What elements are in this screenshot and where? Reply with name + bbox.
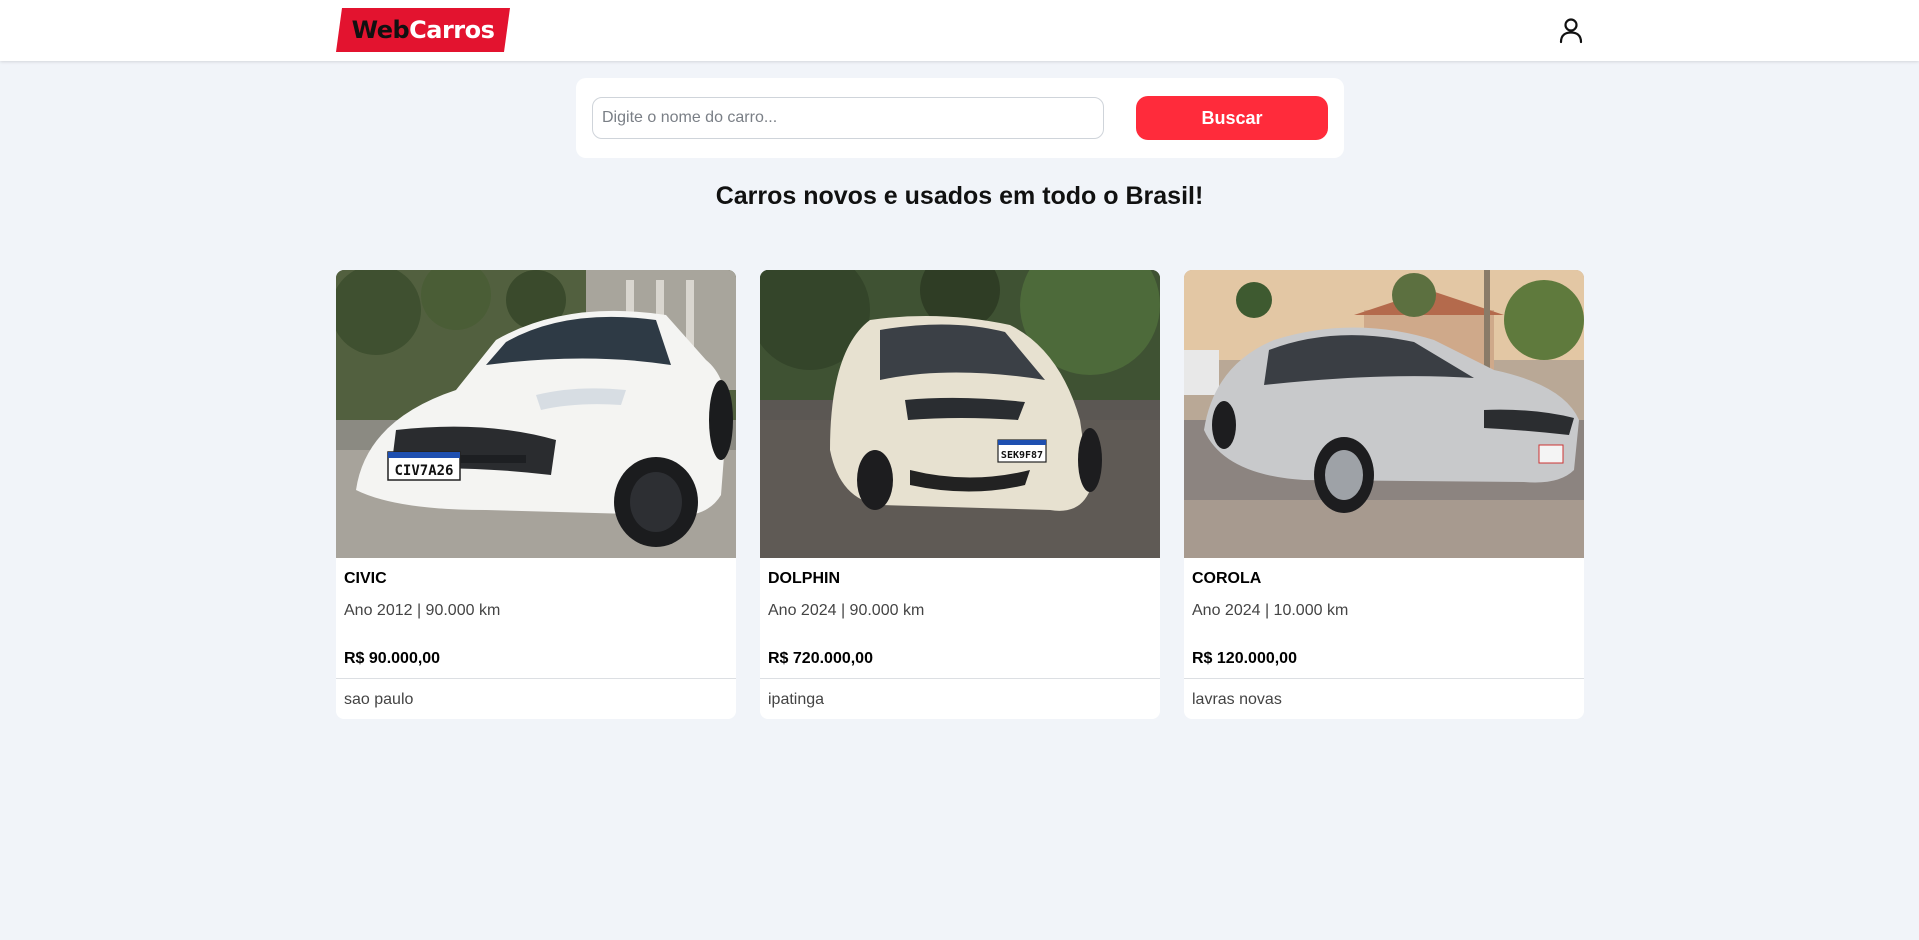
car-city: ipatinga — [768, 691, 825, 708]
search-input[interactable] — [592, 97, 1104, 139]
car-city: lavras novas — [1192, 691, 1282, 708]
page-headline: Carros novos e usados em todo o Brasil! — [715, 182, 1204, 210]
car-price: R$ 120.000,00 — [1192, 650, 1297, 667]
user-icon — [1559, 18, 1583, 44]
car-price: R$ 90.000,00 — [344, 650, 441, 667]
car-price: R$ 720.000,00 — [768, 650, 873, 667]
logo-wordmark: WebCarros — [336, 8, 510, 52]
user-account-button[interactable] — [1556, 15, 1586, 45]
car-photo-corola — [1184, 270, 1584, 558]
search-button[interactable]: Buscar — [1136, 96, 1328, 140]
car-city: sao paulo — [344, 691, 414, 708]
logo-web-text: Web — [351, 16, 410, 44]
webcarros-logo[interactable]: WebCarros — [336, 8, 510, 52]
car-name: DOLPHIN — [768, 570, 840, 587]
car-year-km: Ano 2012 | 90.000 km — [344, 602, 501, 619]
car-year-km: Ano 2024 | 90.000 km — [768, 602, 925, 619]
car-year-km: Ano 2024 | 10.000 km — [1192, 602, 1349, 619]
card-divider — [1184, 678, 1584, 679]
card-divider — [760, 678, 1160, 679]
plate-text: SEK9F87 — [1001, 450, 1043, 461]
car-card-dolphin[interactable]: SEK9F87 DOLPHIN Ano 2024 | 90.000 km R$ … — [760, 270, 1160, 719]
car-card-corola[interactable]: COROLA Ano 2024 | 10.000 km R$ 120.000,0… — [1184, 270, 1584, 719]
top-navbar: WebCarros — [0, 0, 1919, 61]
card-divider — [336, 678, 736, 679]
plate-text: CIV7A26 — [394, 463, 453, 479]
car-photo-civic: CIV7A26 — [336, 270, 736, 558]
car-name: CIVIC — [344, 570, 387, 587]
logo-carros-text: Carros — [409, 16, 495, 44]
car-name: COROLA — [1192, 570, 1262, 587]
car-card-civic[interactable]: CIV7A26 CIVIC Ano 2012 | 90.000 km R$ 90… — [336, 270, 736, 719]
car-photo-dolphin: SEK9F87 — [760, 270, 1160, 558]
